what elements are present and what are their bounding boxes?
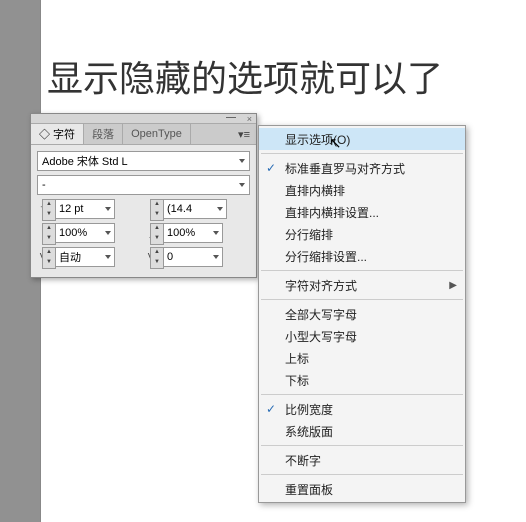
font-family-select[interactable]: Adobe 宋体 Std L	[37, 151, 250, 171]
font-style-select[interactable]: -	[37, 175, 250, 195]
menu-warichu[interactable]: 分行缩排	[259, 223, 465, 245]
menu-vertical-roman[interactable]: ✓标准垂直罗马对齐方式	[259, 157, 465, 179]
tab-character[interactable]: ◇ 字符	[31, 124, 84, 144]
minimize-icon[interactable]	[226, 117, 236, 118]
panel-tabs: ◇ 字符 段落 OpenType ▾≡	[31, 124, 256, 145]
leading-value: (14.4	[167, 203, 192, 215]
menu-show-options[interactable]: 显示选项(O)	[259, 128, 465, 150]
menu-separator	[261, 299, 463, 300]
font-family-value: Adobe 宋体 Std L	[42, 153, 128, 169]
panel-menu-icon[interactable]: ▾≡	[232, 128, 256, 141]
menu-all-caps[interactable]: 全部大写字母	[259, 303, 465, 325]
close-icon[interactable]: ×	[247, 114, 252, 124]
menu-tatechuyoko[interactable]: 直排内横排	[259, 179, 465, 201]
hscale-value: 100%	[167, 227, 195, 239]
tracking-value: 0	[167, 251, 173, 263]
tab-opentype[interactable]: OpenType	[123, 124, 191, 144]
menu-separator	[261, 474, 463, 475]
menu-char-align[interactable]: 字符对齐方式▶	[259, 274, 465, 296]
menu-reset-panel[interactable]: 重置面板	[259, 478, 465, 500]
menu-tatechuyoko-settings[interactable]: 直排内横排设置...	[259, 201, 465, 223]
panel-titlebar[interactable]: ×	[31, 114, 256, 124]
check-icon: ✓	[266, 402, 276, 416]
vscale-value: 100%	[59, 227, 87, 239]
tab-paragraph[interactable]: 段落	[84, 124, 123, 144]
kerning-value: 自动	[59, 249, 81, 265]
menu-separator	[261, 153, 463, 154]
menu-warichu-settings[interactable]: 分行缩排设置...	[259, 245, 465, 267]
vscale-input[interactable]: ▲▼100%	[55, 223, 115, 243]
menu-no-break[interactable]: 不断字	[259, 449, 465, 471]
font-size-input[interactable]: ▲▼12 pt	[55, 199, 115, 219]
menu-proportional[interactable]: ✓比例宽度	[259, 398, 465, 420]
check-icon: ✓	[266, 161, 276, 175]
font-style-value: -	[42, 179, 46, 191]
menu-separator	[261, 394, 463, 395]
tracking-input[interactable]: ▲▼0	[163, 247, 223, 267]
menu-separator	[261, 270, 463, 271]
flyout-menu: 显示选项(O) ✓标准垂直罗马对齐方式 直排内横排 直排内横排设置... 分行缩…	[258, 125, 466, 503]
document-text[interactable]: 显示隐藏的选项就可以了	[47, 50, 443, 102]
kerning-input[interactable]: ▲▼自动	[55, 247, 115, 267]
menu-small-caps[interactable]: 小型大写字母	[259, 325, 465, 347]
menu-subscript[interactable]: 下标	[259, 369, 465, 391]
font-size-value: 12 pt	[59, 203, 83, 215]
menu-superscript[interactable]: 上标	[259, 347, 465, 369]
leading-input[interactable]: ▲▼(14.4	[163, 199, 227, 219]
character-panel: × ◇ 字符 段落 OpenType ▾≡ Adobe 宋体 Std L - т…	[30, 113, 257, 278]
hscale-input[interactable]: ▲▼100%	[163, 223, 223, 243]
menu-separator	[261, 445, 463, 446]
menu-system-layout[interactable]: 系统版面	[259, 420, 465, 442]
submenu-arrow-icon: ▶	[449, 280, 457, 291]
